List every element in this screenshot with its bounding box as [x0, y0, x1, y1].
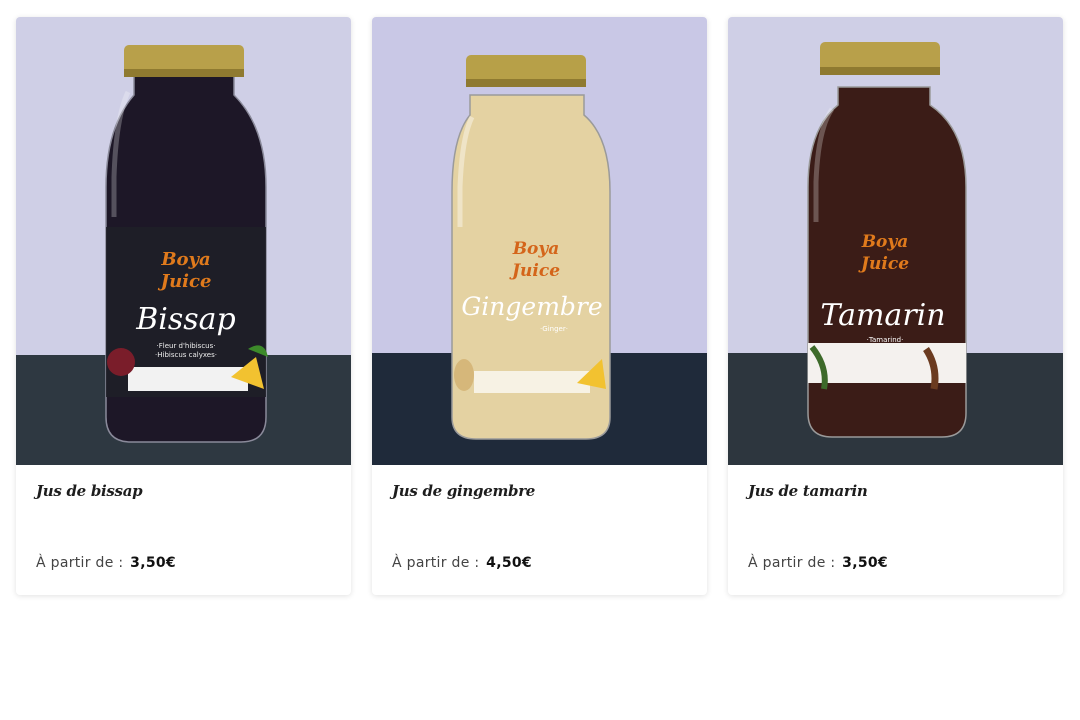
price-value: 4,50€ — [486, 555, 532, 571]
label-brand-line2: Juice — [858, 254, 909, 274]
price-prefix: À partir de : — [392, 555, 480, 571]
price-value: 3,50€ — [842, 555, 888, 571]
label-flavor: Bissap — [135, 302, 236, 337]
label-sub2: ·Hibiscus calyxes· — [155, 351, 217, 359]
bottle-photo-gingembre: Boya Juice Gingembre ·Ginger· — [372, 17, 707, 465]
label-brand-line1: Boya — [861, 232, 909, 252]
label-brand-line2: Juice — [158, 271, 212, 292]
bottle-photo-tamarin: Boya Juice Tamarin ·Tamarind· — [728, 17, 1063, 465]
label-brand-line2: Juice — [509, 261, 560, 281]
product-price: À partir de : 3,50€ — [36, 555, 176, 571]
product-card-tamarin[interactable]: Boya Juice Tamarin ·Tamarind· Jus de tam… — [728, 17, 1063, 595]
label-sub1: ·Ginger· — [540, 325, 568, 333]
product-price: À partir de : 3,50€ — [748, 555, 888, 571]
product-title[interactable]: Jus de tamarin — [748, 482, 868, 500]
bottle-photo-bissap: Boya Juice Bissap ·Fleur d'hibiscus· ·Hi… — [16, 17, 351, 465]
label-sub1: ·Tamarind· — [867, 336, 904, 344]
product-image-bissap[interactable]: Boya Juice Bissap ·Fleur d'hibiscus· ·Hi… — [16, 17, 351, 465]
label-flavor: Tamarin — [820, 298, 945, 333]
product-grid: Boya Juice Bissap ·Fleur d'hibiscus· ·Hi… — [16, 17, 1063, 595]
product-title[interactable]: Jus de gingembre — [392, 482, 535, 500]
label-sub1: ·Fleur d'hibiscus· — [157, 342, 216, 350]
product-price: À partir de : 4,50€ — [392, 555, 532, 571]
price-value: 3,50€ — [130, 555, 176, 571]
price-prefix: À partir de : — [748, 555, 836, 571]
product-image-gingembre[interactable]: Boya Juice Gingembre ·Ginger· — [372, 17, 707, 465]
label-flavor: Gingembre — [461, 292, 602, 321]
product-card-bissap[interactable]: Boya Juice Bissap ·Fleur d'hibiscus· ·Hi… — [16, 17, 351, 595]
product-card-gingembre[interactable]: Boya Juice Gingembre ·Ginger· Jus de gin… — [372, 17, 707, 595]
price-prefix: À partir de : — [36, 555, 124, 571]
product-title[interactable]: Jus de bissap — [36, 482, 143, 500]
product-image-tamarin[interactable]: Boya Juice Tamarin ·Tamarind· — [728, 17, 1063, 465]
label-brand-line1: Boya — [512, 239, 560, 259]
label-brand-line1: Boya — [160, 249, 210, 270]
